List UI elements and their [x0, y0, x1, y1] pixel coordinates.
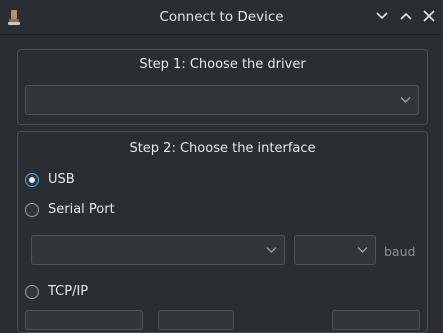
baud-select[interactable] [294, 235, 376, 265]
tcp-action-button[interactable] [332, 310, 420, 330]
usb-label: USB [48, 172, 75, 187]
chevron-down-icon [266, 247, 277, 253]
usb-radio[interactable] [25, 173, 39, 187]
tcp-host-input[interactable] [25, 310, 143, 330]
title-bar: Connect to Device [0, 0, 443, 35]
baud-label: baud [384, 244, 416, 259]
step1-title: Step 1: Choose the driver [139, 57, 306, 72]
serial-port-select[interactable] [31, 235, 285, 265]
serial-port-radio[interactable] [25, 203, 39, 217]
chevron-up-icon [400, 12, 412, 20]
tcpip-radio[interactable] [25, 285, 39, 299]
maximize-button[interactable] [398, 8, 414, 24]
minimize-button[interactable] [374, 8, 390, 24]
tcpip-label: TCP/IP [48, 284, 89, 299]
serial-port-label: Serial Port [48, 202, 115, 217]
close-button[interactable] [421, 8, 437, 24]
chevron-down-icon [400, 97, 411, 103]
close-icon [423, 10, 435, 22]
chevron-down-icon [376, 12, 388, 20]
step2-group: Step 2: Choose the interface [17, 131, 428, 333]
driver-select[interactable] [25, 85, 419, 115]
step2-title: Step 2: Choose the interface [129, 141, 316, 156]
chevron-down-icon [357, 247, 368, 253]
tcp-port-input[interactable] [158, 310, 234, 330]
